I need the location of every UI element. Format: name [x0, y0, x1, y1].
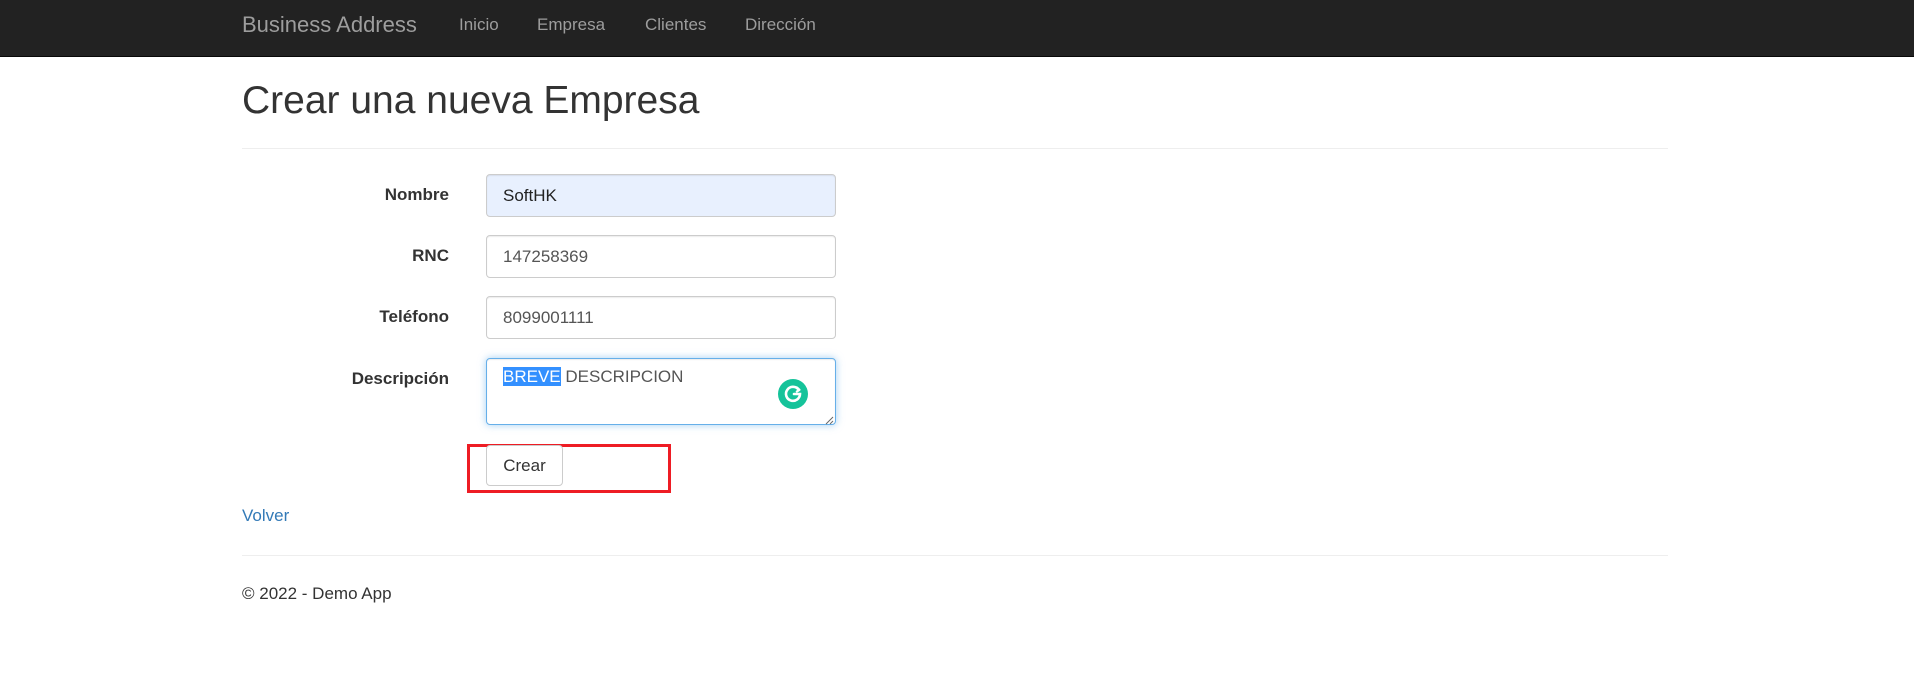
title-divider — [242, 148, 1668, 149]
footer-divider — [242, 555, 1668, 556]
telefono-label: Teléfono — [379, 307, 449, 326]
page-title: Crear una nueva Empresa — [242, 79, 700, 122]
nav-link-empresa[interactable]: Empresa — [537, 15, 605, 35]
nombre-input[interactable]: SoftHK — [486, 174, 836, 217]
rnc-input[interactable]: 147258369 — [486, 235, 836, 278]
volver-link[interactable]: Volver — [242, 506, 289, 526]
selected-text: BREVE — [503, 367, 561, 386]
nombre-label: Nombre — [384, 185, 449, 204]
grammarly-icon[interactable] — [778, 379, 808, 409]
resize-handle-icon[interactable] — [824, 412, 834, 425]
nav-link-clientes[interactable]: Clientes — [645, 15, 706, 35]
footer-copyright: © 2022 - Demo App — [242, 584, 392, 603]
crear-button[interactable]: Crear — [486, 445, 563, 486]
telefono-input[interactable]: 8099001111 — [486, 296, 836, 339]
brand-link[interactable]: Business Address — [242, 12, 417, 38]
rnc-label: RNC — [412, 246, 449, 265]
top-navbar: Business Address Inicio Empresa Clientes… — [0, 0, 1914, 57]
textarea-text: DESCRIPCION — [560, 367, 684, 386]
nav-link-direccion[interactable]: Dirección — [745, 15, 816, 35]
nav-link-inicio[interactable]: Inicio — [459, 15, 499, 35]
descripcion-label: Descripción — [351, 369, 449, 388]
